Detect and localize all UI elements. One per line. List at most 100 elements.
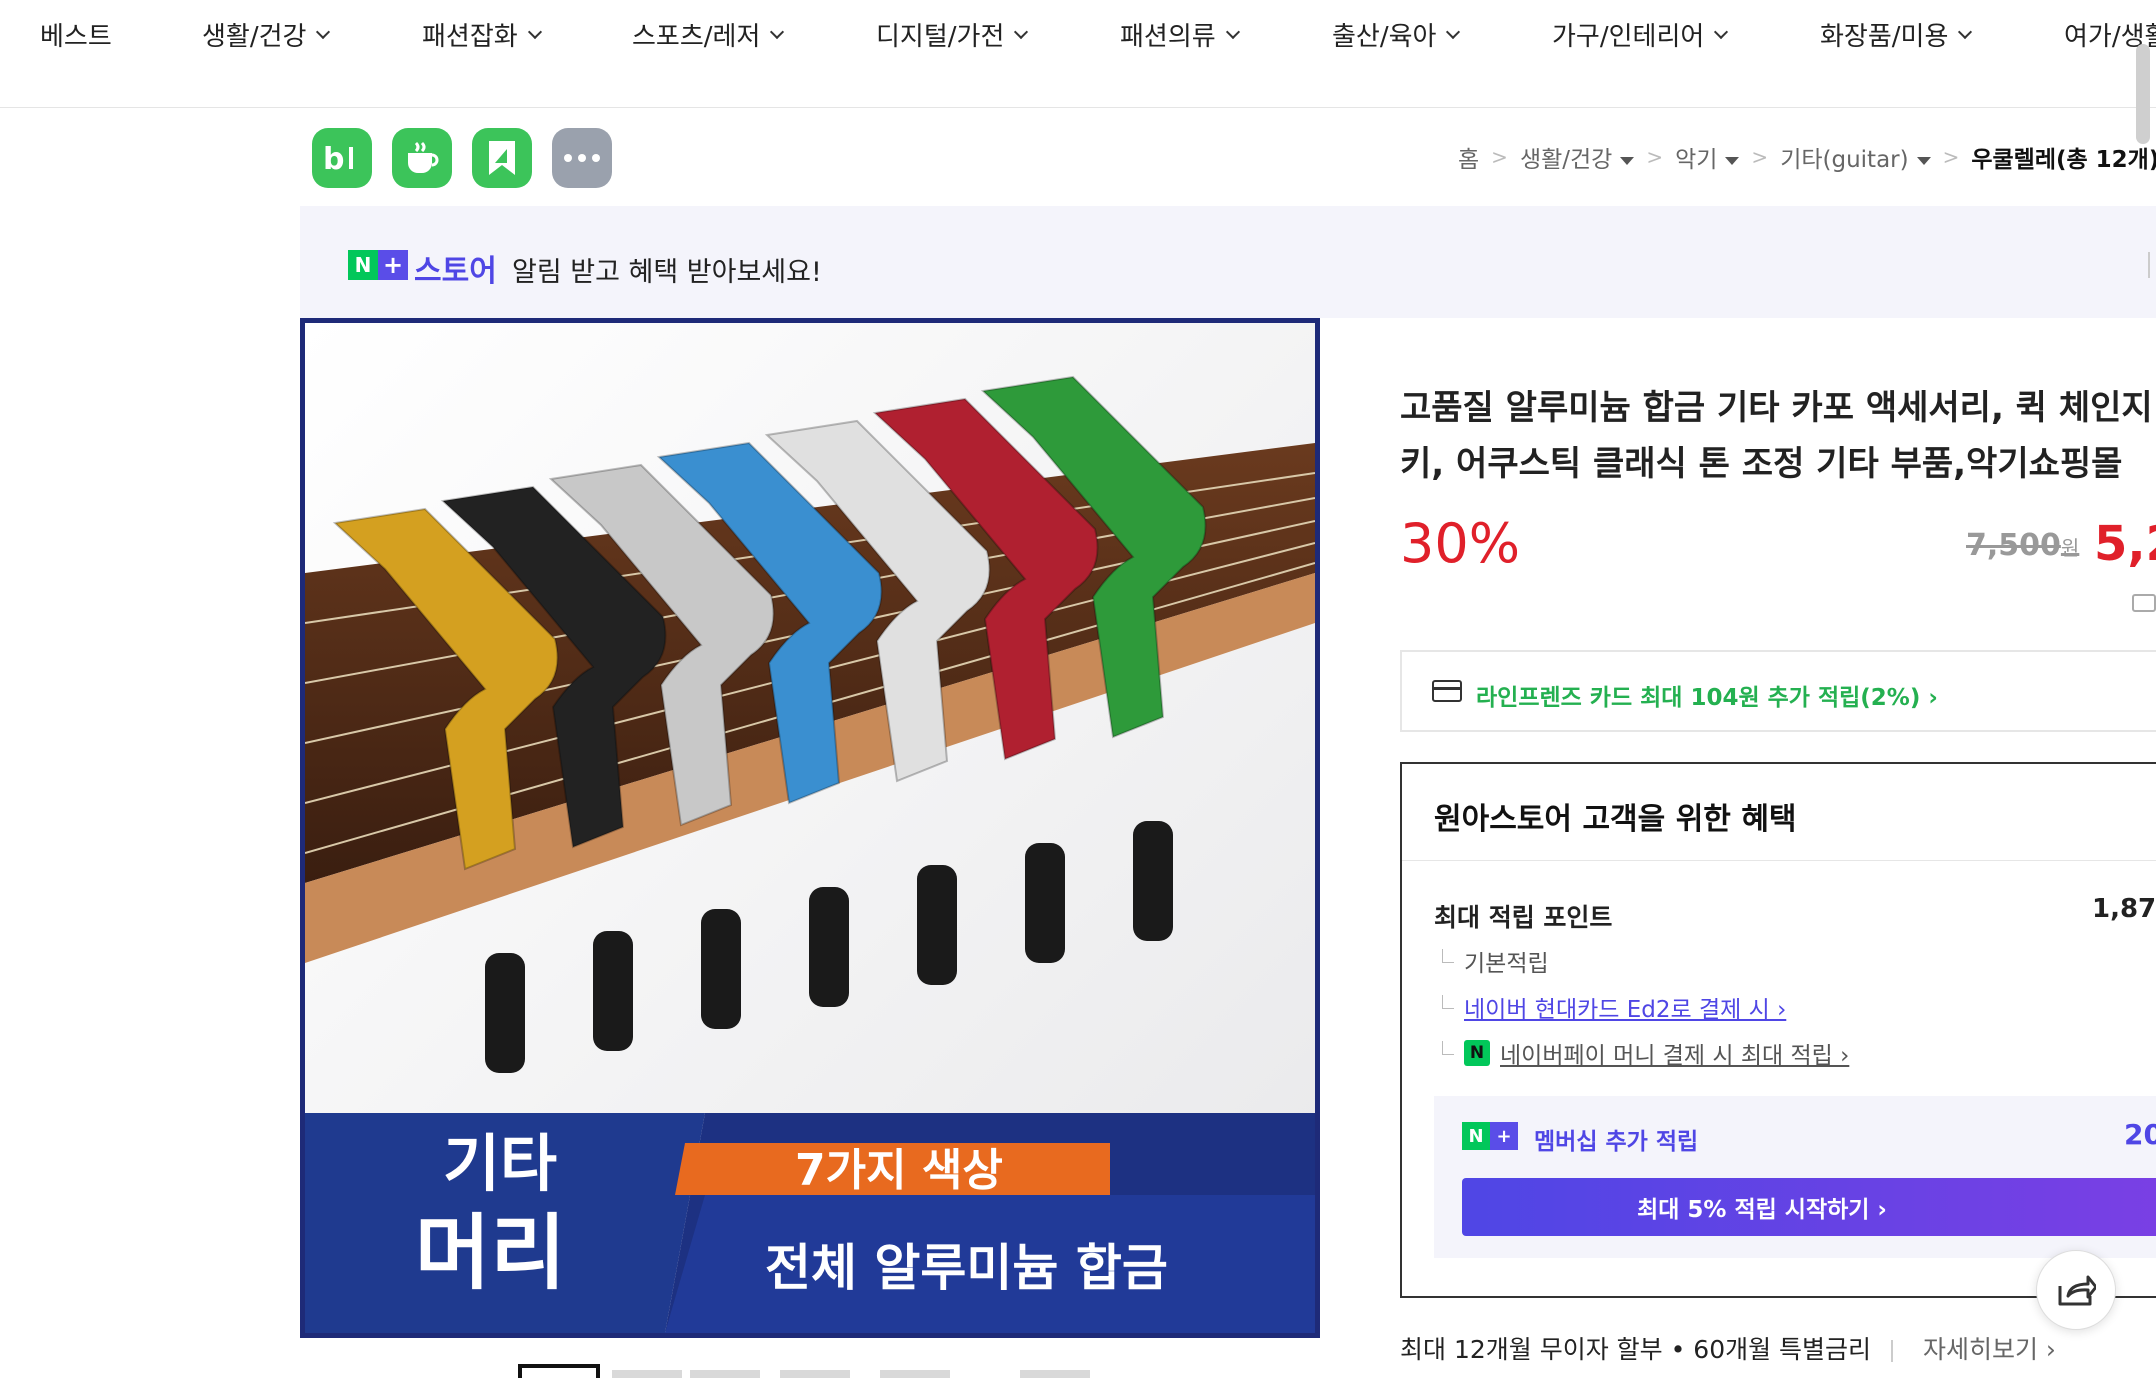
thumbnail[interactable] xyxy=(1020,1370,1090,1378)
dropdown-icon xyxy=(1916,156,1931,165)
original-price-value: 7,500 xyxy=(1966,528,2061,563)
nav-label: 스포츠/레저 xyxy=(632,22,761,52)
breadcrumb-item[interactable]: 기타(guitar) xyxy=(1780,140,1931,174)
nav-label: 화장품/미용 xyxy=(1820,22,1949,52)
discount-rate: 30% xyxy=(1400,512,1521,575)
credit-card-icon xyxy=(1432,680,1462,702)
naver-plus-badge: N + xyxy=(1462,1122,1518,1150)
card-benefit-text: 라인프렌즈 카드 최대 104원 추가 적립(2%) › xyxy=(1476,685,1938,711)
membership-start-button[interactable]: 최대 5% 적립 시작하기 › xyxy=(1462,1178,2156,1236)
scrollbar-thumb[interactable] xyxy=(2136,44,2150,144)
sale-price: 5,2 xyxy=(2094,516,2156,572)
membership-value: 20 xyxy=(2124,1118,2156,1151)
installment-detail-link[interactable]: 자세히보기 › xyxy=(1923,1335,2056,1364)
card-benefit-box[interactable]: 라인프렌즈 카드 최대 104원 추가 적립(2%) › xyxy=(1400,650,2156,732)
store-label: 스토어 xyxy=(414,254,497,289)
store-alert-banner[interactable]: N + 스토어 알림 받고 혜택 받아보세요! xyxy=(300,206,2156,318)
naver-plus-badge: N + xyxy=(348,250,408,280)
thumbnail[interactable] xyxy=(612,1370,682,1378)
membership-box: N + 멤버십 추가 적립 20 최대 5% 적립 시작하기 › xyxy=(1434,1096,2156,1258)
breadcrumb-separator: > xyxy=(1646,145,1664,169)
hyundai-card-link[interactable]: 네이버 현대카드 Ed2로 결제 시 › xyxy=(1464,990,1786,1024)
capo-illustration: 기타 머리 7가지 색상 전체 알루미늄 합금 xyxy=(305,323,1315,1333)
nav-best[interactable]: 베스트 xyxy=(40,16,112,53)
dropdown-icon xyxy=(1620,156,1635,165)
cafe-icon[interactable] xyxy=(392,128,452,188)
breadcrumb-item[interactable]: 생활/건강 xyxy=(1520,140,1635,174)
product-title-line: 고품질 알루미늄 합금 기타 카포 액세서리, 퀵 체인지 클 xyxy=(1400,388,2156,428)
more-icon[interactable] xyxy=(552,128,612,188)
basic-points-row: 기본적립 xyxy=(1442,944,1549,978)
breadcrumb-label: 악기 xyxy=(1675,147,1718,173)
delivery-icon xyxy=(2132,594,2156,612)
currency-unit: 원 xyxy=(2060,536,2080,560)
npay-link[interactable]: 네이버페이 머니 결제 시 최대 적립 › xyxy=(1500,1036,1849,1070)
nav-fashion-goods[interactable]: 패션잡화 xyxy=(422,16,542,53)
thumbnail-selected[interactable] xyxy=(518,1364,600,1378)
installment-text: 최대 12개월 무이자 할부 • 60개월 특별금리 xyxy=(1400,1335,1872,1364)
nav-label: 디지털/가전 xyxy=(876,22,1005,52)
thumbnail[interactable] xyxy=(780,1370,850,1378)
thumbnail[interactable] xyxy=(690,1370,760,1378)
nav-beauty[interactable]: 화장품/미용 xyxy=(1820,16,1973,53)
product-title-line: 키, 어쿠스틱 클래식 톤 조정 기타 부품,악기쇼핑몰 xyxy=(1400,444,2123,484)
nav-baby[interactable]: 출산/육아 xyxy=(1332,16,1461,53)
naver-pay-icon: N xyxy=(1464,1040,1490,1066)
nav-label: 패션의류 xyxy=(1120,22,1216,52)
divider xyxy=(1891,1340,1894,1362)
nav-label: 출산/육아 xyxy=(1332,22,1437,52)
blog-icon[interactable]: b xyxy=(312,128,372,188)
breadcrumb: 홈 > 생활/건강 > 악기 > 기타(guitar) > 우쿨렐레(총 12개… xyxy=(1458,140,2156,174)
tree-elbow-icon xyxy=(1442,1041,1454,1055)
chevron-down-icon xyxy=(770,24,785,39)
chevron-down-icon xyxy=(1225,24,1240,39)
chevron-down-icon xyxy=(1958,24,1973,39)
breadcrumb-home[interactable]: 홈 xyxy=(1458,140,1479,174)
share-icon xyxy=(2058,1275,2096,1306)
divider xyxy=(2148,252,2150,278)
benefit-heading: 원아스토어 고객을 위한 혜택 xyxy=(1434,802,1797,837)
product-title: 고품질 알루미늄 합금 기타 카포 액세서리, 퀵 체인지 클 키, 어쿠스틱 … xyxy=(1400,380,2156,492)
breadcrumb-item[interactable]: 악기 xyxy=(1675,140,1740,174)
banner-message: 알림 받고 혜택 받아보세요! xyxy=(512,257,822,288)
divider xyxy=(1402,860,2156,861)
product-main-image[interactable]: 기타 머리 7가지 색상 전체 알루미늄 합금 xyxy=(300,318,1320,1338)
caption-tag: 7가지 색상 xyxy=(795,1145,1003,1196)
chevron-down-icon xyxy=(527,24,542,39)
nav-digital[interactable]: 디지털/가전 xyxy=(876,16,1029,53)
max-points-value: 1,874 xyxy=(2092,894,2156,924)
max-points-label: 최대 적립 포인트 xyxy=(1434,903,1613,932)
original-price: 7,500원 xyxy=(1966,528,2079,563)
thumbnail[interactable] xyxy=(880,1370,950,1378)
benefit-panel: 원아스토어 고객을 위한 혜택 최대 적립 포인트 1,874 기본적립 네이버… xyxy=(1400,762,2156,1298)
breadcrumb-current[interactable]: 우쿨렐레(총 12개) xyxy=(1971,140,2156,174)
share-button[interactable] xyxy=(2036,1250,2116,1330)
bookmark-icon[interactable] xyxy=(472,128,532,188)
nav-living-health[interactable]: 생활/건강 xyxy=(202,16,331,53)
nav-sports[interactable]: 스포츠/레저 xyxy=(632,16,785,53)
nav-furniture[interactable]: 가구/인테리어 xyxy=(1552,16,1729,53)
badge-n: N xyxy=(348,250,378,280)
chevron-down-icon xyxy=(1014,24,1029,39)
breadcrumb-label: 우쿨렐레(총 12개) xyxy=(1971,147,2156,173)
caption-bottom: 전체 알루미늄 합금 xyxy=(765,1239,1168,1297)
badge-plus: + xyxy=(378,250,408,280)
svg-text:b: b xyxy=(323,142,344,175)
nav-fashion-clothes[interactable]: 패션의류 xyxy=(1120,16,1240,53)
breadcrumb-label: 기타(guitar) xyxy=(1780,147,1909,173)
caption-left-2: 머리 xyxy=(415,1206,566,1301)
badge-n: N xyxy=(1462,1122,1490,1150)
chevron-down-icon xyxy=(1714,24,1729,39)
nav-label: 생활/건강 xyxy=(202,22,307,52)
chevron-down-icon xyxy=(1446,24,1461,39)
tree-elbow-icon xyxy=(1442,995,1454,1009)
caption-left-1: 기타 xyxy=(443,1127,557,1200)
nav-label: 가구/인테리어 xyxy=(1552,22,1705,52)
npay-row: N 네이버페이 머니 결제 시 최대 적립 › xyxy=(1442,1036,1849,1070)
dropdown-icon xyxy=(1725,156,1740,165)
hyundai-card-row: 네이버 현대카드 Ed2로 결제 시 › xyxy=(1442,990,1786,1024)
chevron-down-icon xyxy=(316,24,331,39)
breadcrumb-separator: > xyxy=(1491,145,1508,169)
basic-points-label: 기본적립 xyxy=(1464,951,1549,977)
badge-plus: + xyxy=(1490,1122,1518,1150)
